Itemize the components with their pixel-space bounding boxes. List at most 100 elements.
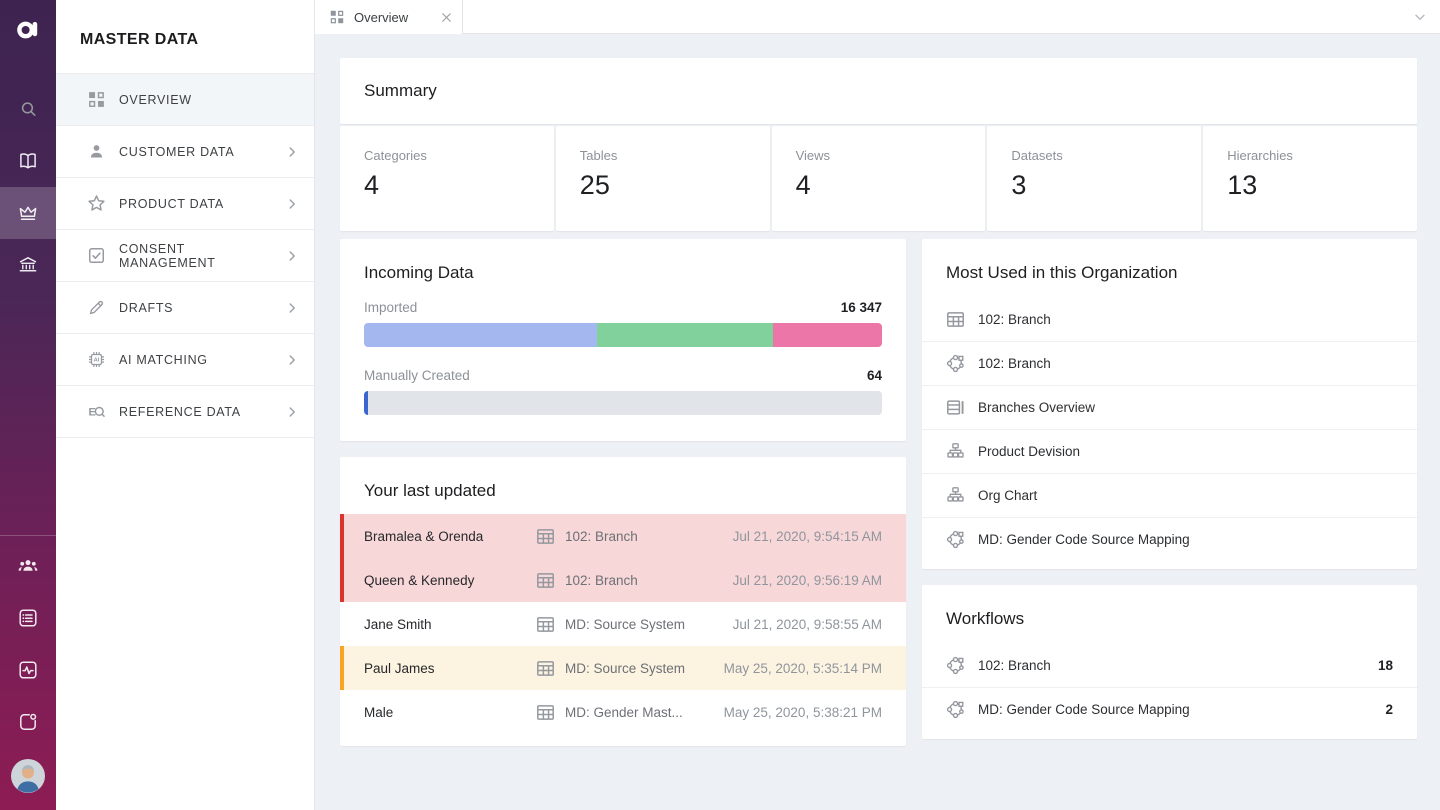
sidebar-item-label: REFERENCE DATA [119,405,271,419]
workflow-icon [946,530,965,549]
table-name: MD: Gender Mast... [565,705,683,720]
activity-icon [17,659,39,681]
stat-categories[interactable]: Categories 4 [340,126,554,231]
sidebar-item-reference-data[interactable]: REFERENCE DATA [56,386,314,438]
stat-value: 3 [1011,170,1177,201]
tab-overflow-button[interactable] [1412,9,1428,25]
chevron-right-icon [284,196,300,212]
summary-stats: Categories 4 Tables 25 Views 4 Datasets … [340,126,1417,231]
bar-label: Imported [364,300,417,315]
chevron-right-icon [284,352,300,368]
last-updated-card: Your last updated Bramalea & Orenda 102:… [340,457,906,746]
rail-nav [0,83,56,291]
sidebar-item-drafts[interactable]: DRAFTS [56,282,314,334]
stat-views[interactable]: Views 4 [772,126,986,231]
list-item[interactable]: 102: Branch [922,297,1417,341]
record-name: Bramalea & Orenda [364,529,536,544]
star-icon [87,194,106,213]
tab-overview[interactable]: Overview [315,0,463,34]
stat-datasets[interactable]: Datasets 3 [987,126,1201,231]
content-column: Overview Summary Categories 4 Tables 25 [315,0,1440,810]
rail-logout-button[interactable] [0,696,56,748]
bar-segment-green [597,323,773,347]
stat-value: 4 [796,170,962,201]
team-icon [17,555,39,577]
table-icon [536,571,555,590]
grid-icon [87,90,106,109]
chevron-right-icon [284,300,300,316]
list-item[interactable]: Branches Overview [922,385,1417,429]
table-row[interactable]: Queen & Kennedy 102: Branch Jul 21, 2020… [340,558,906,602]
stat-label: Hierarchies [1227,148,1393,163]
sidebar-item-ai-matching[interactable]: AI MATCHING [56,334,314,386]
status-stripe [340,558,344,602]
main-content: Summary Categories 4 Tables 25 Views 4 D… [315,34,1440,810]
sidebar-item-product-data[interactable]: PRODUCT DATA [56,178,314,230]
rail-product-button[interactable] [0,187,56,239]
list-item[interactable]: MD: Gender Code Source Mapping 2 [922,687,1417,731]
rail-activity-button[interactable] [0,644,56,696]
ai-chip-icon [87,350,106,369]
list-item[interactable]: Org Chart [922,473,1417,517]
most-used-card: Most Used in this Organization 102: Bran… [922,239,1417,569]
workflow-count: 18 [1378,658,1393,673]
item-label: Branches Overview [978,400,1095,415]
a-logo-icon [15,16,41,42]
tab-close-button[interactable] [439,10,454,25]
table-row[interactable]: Paul James MD: Source System May 25, 202… [340,646,906,690]
stat-tables[interactable]: Tables 25 [556,126,770,231]
sidebar-item-label: OVERVIEW [119,93,300,107]
grid-icon [329,9,345,25]
table-name: 102: Branch [565,529,638,544]
item-label: Product Devision [978,444,1080,459]
bar-value: 64 [867,368,882,383]
table-row[interactable]: Jane Smith MD: Source System Jul 21, 202… [340,602,906,646]
sidebar-item-label: AI MATCHING [119,353,271,367]
table-row[interactable]: Male MD: Gender Mast... May 25, 2020, 5:… [340,690,906,734]
sidebar-item-consent-management[interactable]: CONSENT MANAGEMENT [56,230,314,282]
stat-hierarchies[interactable]: Hierarchies 13 [1203,126,1417,231]
list-item[interactable]: Product Devision [922,429,1417,473]
section-title: Your last updated [340,457,906,514]
workflow-icon [946,354,965,373]
user-avatar[interactable] [0,748,56,804]
bar-segment-blue [364,323,597,347]
list-item[interactable]: 102: Branch 18 [922,643,1417,687]
table-icon [536,615,555,634]
table-row[interactable]: Bramalea & Orenda 102: Branch Jul 21, 20… [340,514,906,558]
table-name: MD: Source System [565,617,685,632]
sidebar-item-label: PRODUCT DATA [119,197,271,211]
table-icon [536,703,555,722]
stat-label: Categories [364,148,530,163]
summary-header: Summary [340,58,1417,124]
close-icon [439,10,454,25]
list-item[interactable]: MD: Gender Code Source Mapping [922,517,1417,561]
sidebar-item-overview[interactable]: OVERVIEW [56,74,314,126]
sidebar-item-label: DRAFTS [119,301,271,315]
rail-catalog-button[interactable] [0,592,56,644]
imported-stacked-bar [364,323,882,347]
person-icon [87,142,106,161]
rail-search-button[interactable] [0,83,56,135]
search-icon [19,98,38,120]
chevron-right-icon [284,404,300,420]
rail-organization-button[interactable] [0,239,56,291]
section-title: Workflows [922,585,1417,643]
bar-segment-pink [773,323,882,347]
sidebar-item-label: CUSTOMER DATA [119,145,271,159]
chevron-right-icon [284,248,300,264]
sidebar-item-customer-data[interactable]: CUSTOMER DATA [56,126,314,178]
record-name: Jane Smith [364,617,536,632]
module-menu: OVERVIEW CUSTOMER DATA PRODUCT DATA CONS… [56,73,314,438]
app-logo[interactable] [0,0,56,58]
stat-value: 25 [580,170,746,201]
bar-label: Manually Created [364,368,470,383]
checkbox-icon [87,246,106,265]
timestamp: Jul 21, 2020, 9:54:15 AM [733,529,882,544]
record-name: Queen & Kennedy [364,573,536,588]
organization-icon [17,254,39,276]
rail-library-button[interactable] [0,135,56,187]
list-item[interactable]: 102: Branch [922,341,1417,385]
rail-team-button[interactable] [0,540,56,592]
workflow-count: 2 [1385,702,1393,717]
